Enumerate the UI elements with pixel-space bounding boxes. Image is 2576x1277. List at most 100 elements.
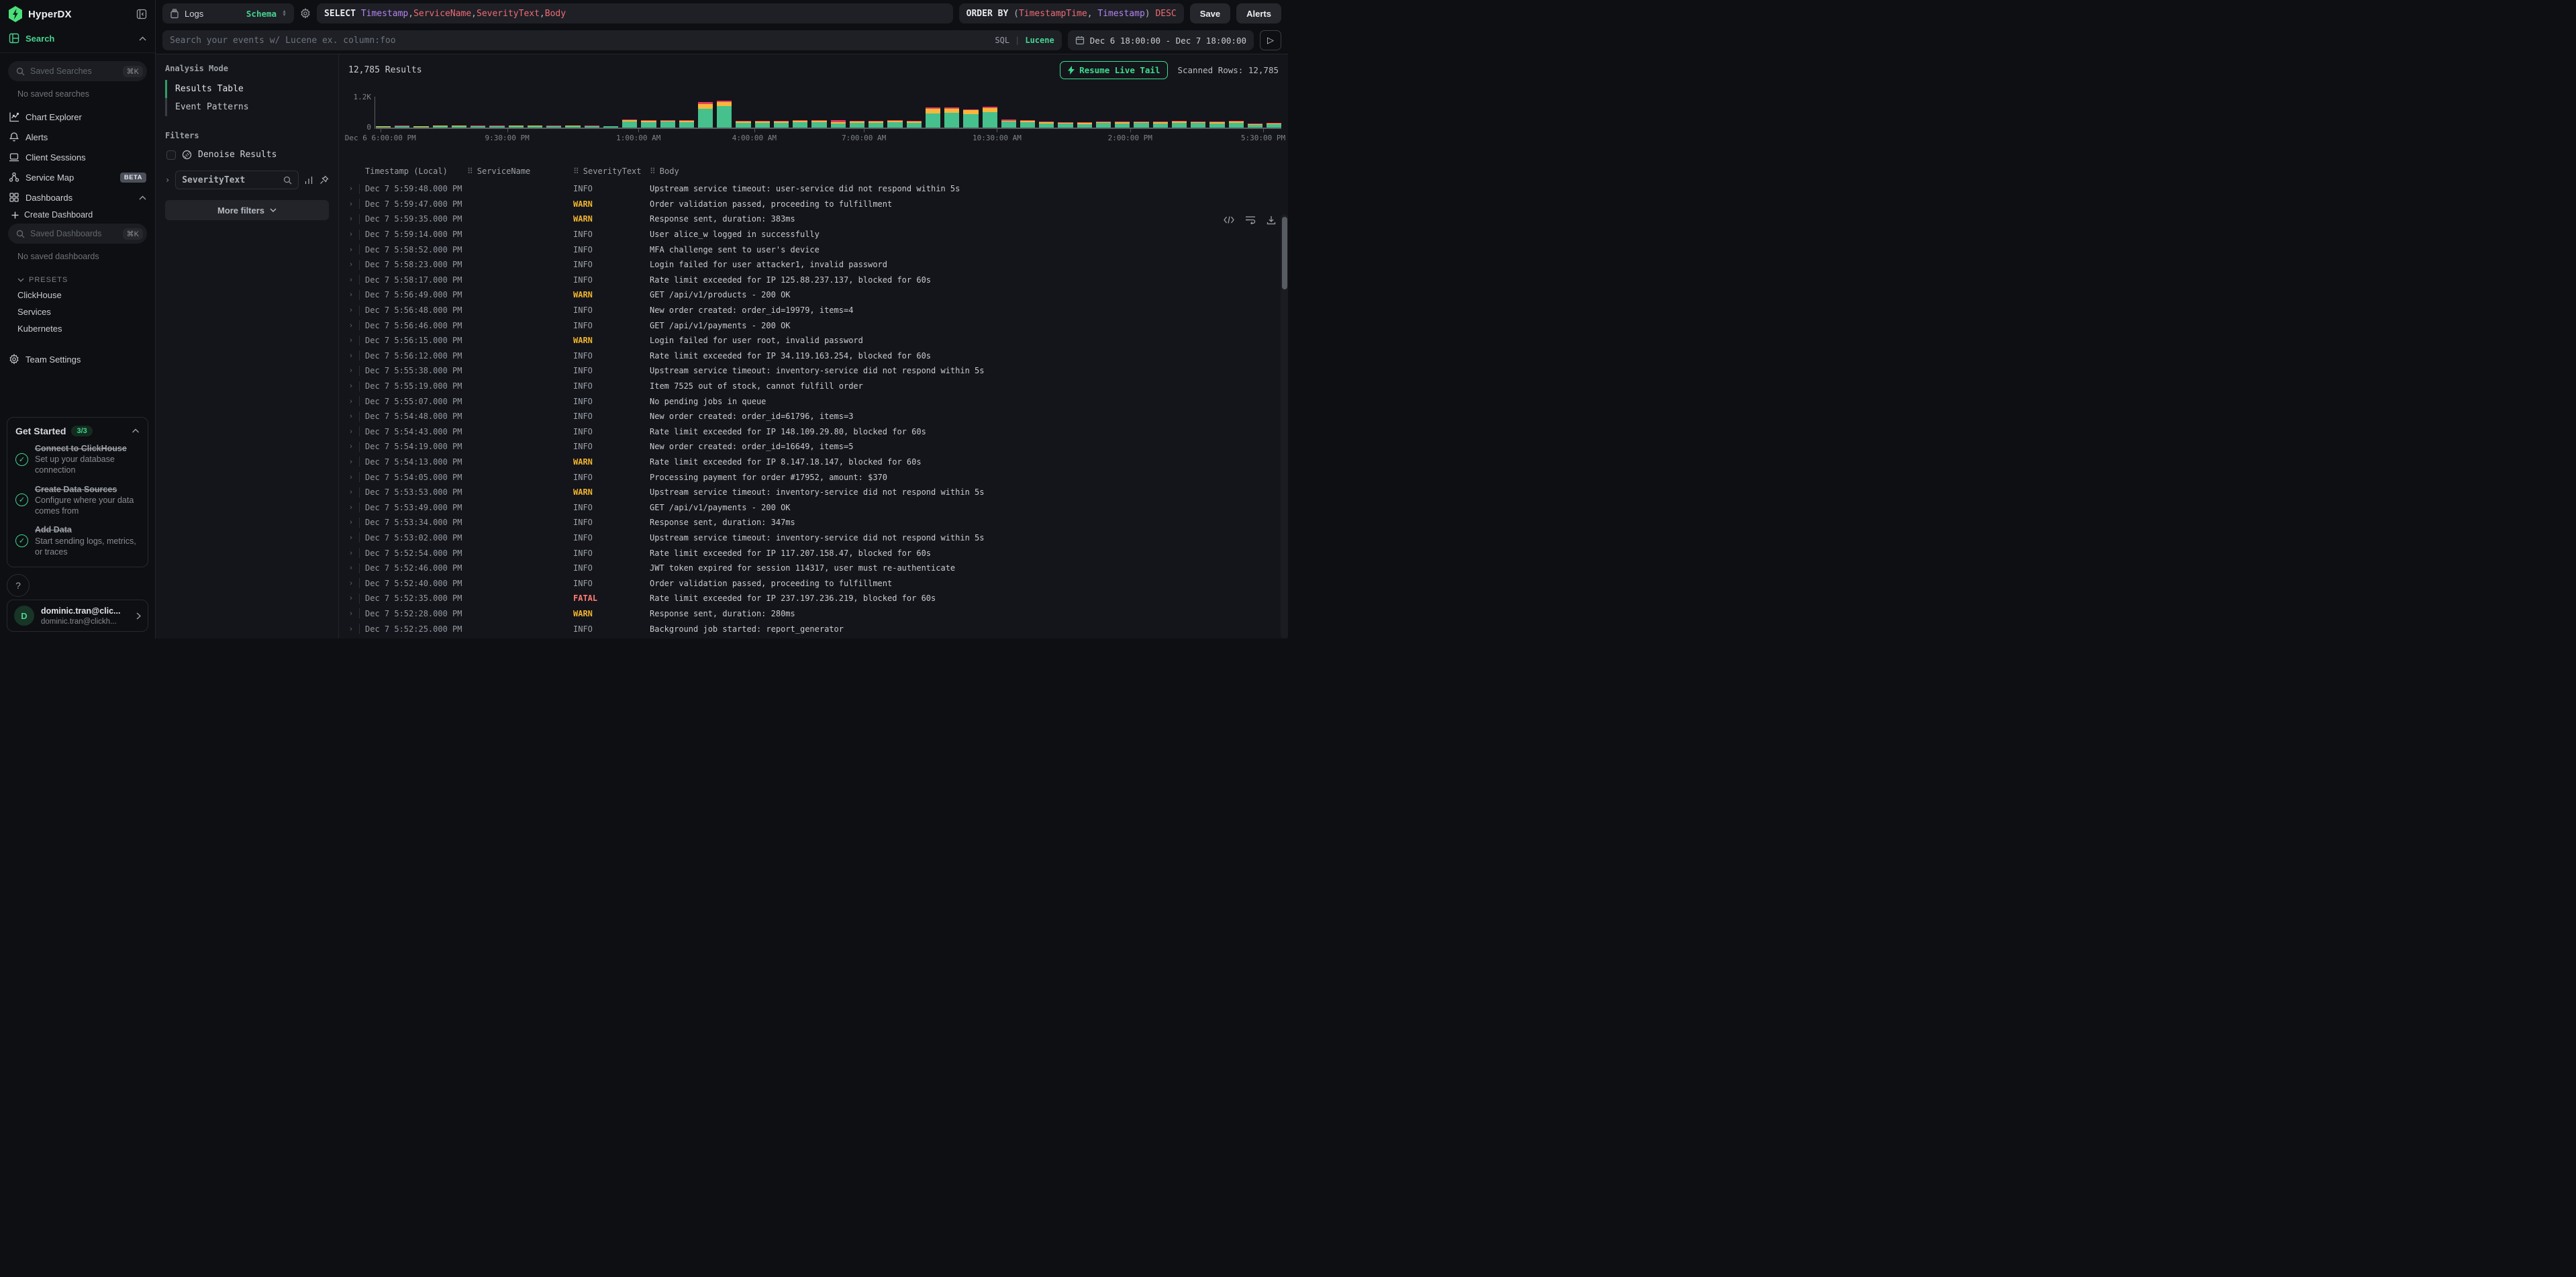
language-lucene[interactable]: Lucene	[1025, 36, 1054, 45]
saved-dashboards-search[interactable]: ⌘K	[8, 224, 147, 244]
histogram-bar[interactable]	[811, 97, 826, 128]
histogram-bar[interactable]	[603, 97, 618, 128]
expand-row-icon[interactable]: ›	[343, 382, 359, 390]
alerts-button[interactable]: Alerts	[1236, 3, 1281, 23]
histogram-bar[interactable]	[1039, 97, 1054, 128]
saved-searches-input[interactable]	[30, 66, 117, 76]
table-row[interactable]: › Dec 7 5:59:47.000 PM WARN Order valida…	[339, 197, 1288, 212]
table-row[interactable]: › Dec 7 5:53:34.000 PM INFO Response sen…	[339, 515, 1288, 530]
table-row[interactable]: › Dec 7 5:53:02.000 PM INFO Upstream ser…	[339, 530, 1288, 546]
histogram-bar[interactable]	[452, 97, 466, 128]
help-button[interactable]: ?	[7, 574, 30, 597]
histogram-bar[interactable]	[1248, 97, 1262, 128]
expand-row-icon[interactable]: ›	[343, 594, 359, 602]
table-row[interactable]: › Dec 7 5:54:43.000 PM INFO Rate limit e…	[339, 424, 1288, 440]
saved-dashboards-input[interactable]	[30, 229, 117, 238]
scrollbar-thumb[interactable]	[1282, 217, 1287, 289]
histogram-bar[interactable]	[944, 97, 959, 128]
histogram-bar[interactable]	[1191, 97, 1205, 128]
table-row[interactable]: › Dec 7 5:52:40.000 PM INFO Order valida…	[339, 575, 1288, 591]
table-row[interactable]: › Dec 7 5:56:12.000 PM INFO Rate limit e…	[339, 348, 1288, 364]
text-wrap-icon[interactable]	[1245, 216, 1256, 224]
expand-row-icon[interactable]: ›	[343, 352, 359, 360]
save-button[interactable]: Save	[1190, 3, 1230, 23]
expand-row-icon[interactable]: ›	[343, 412, 359, 420]
chevron-up-icon[interactable]	[139, 195, 146, 200]
table-row[interactable]: › Dec 7 5:58:17.000 PM INFO Rate limit e…	[339, 273, 1288, 288]
expand-row-icon[interactable]: ›	[343, 625, 359, 633]
sidebar-item-client-sessions[interactable]: Client Sessions	[0, 147, 155, 167]
histogram-bar[interactable]	[489, 97, 504, 128]
expand-filter-icon[interactable]: ›	[165, 175, 170, 185]
expand-row-icon[interactable]: ›	[343, 504, 359, 512]
get-started-item[interactable]: ✓ Connect to ClickHouseSet up your datab…	[15, 443, 140, 476]
sidebar-item-search[interactable]: Search	[0, 28, 155, 48]
histogram-bar[interactable]	[1229, 97, 1244, 128]
histogram-bar[interactable]	[1020, 97, 1035, 128]
sidebar-item-dashboards[interactable]: Dashboards	[0, 187, 155, 207]
histogram-bar[interactable]	[660, 97, 675, 128]
expand-row-icon[interactable]: ›	[343, 610, 359, 618]
code-view-icon[interactable]	[1224, 216, 1234, 224]
saved-searches-search[interactable]: ⌘K	[8, 61, 147, 81]
table-row[interactable]: › Dec 7 5:56:15.000 PM WARN Login failed…	[339, 333, 1288, 348]
table-row[interactable]: › Dec 7 5:58:52.000 PM INFO MFA challeng…	[339, 242, 1288, 257]
histogram-bar[interactable]	[1153, 97, 1168, 128]
histogram-bar[interactable]	[622, 97, 637, 128]
histogram-bar[interactable]	[509, 97, 524, 128]
preset-kubernetes[interactable]: Kubernetes	[0, 320, 155, 337]
histogram-bar[interactable]	[717, 97, 732, 128]
column-header-body[interactable]: ⠿Body	[650, 167, 1279, 176]
table-row[interactable]: › Dec 7 5:56:48.000 PM INFO New order cr…	[339, 303, 1288, 318]
histogram-bar[interactable]	[698, 97, 713, 128]
select-clause-input[interactable]: SELECT Timestamp,ServiceName,SeverityTex…	[317, 3, 953, 23]
histogram-bar[interactable]	[528, 97, 542, 128]
table-row[interactable]: › Dec 7 5:54:48.000 PM INFO New order cr…	[339, 409, 1288, 424]
expand-row-icon[interactable]: ›	[343, 276, 359, 284]
expand-row-icon[interactable]: ›	[343, 367, 359, 375]
expand-row-icon[interactable]: ›	[343, 458, 359, 466]
histogram-bar[interactable]	[1077, 97, 1092, 128]
table-row[interactable]: › Dec 7 5:55:38.000 PM INFO Upstream ser…	[339, 363, 1288, 379]
histogram-bar[interactable]	[907, 97, 922, 128]
expand-row-icon[interactable]: ›	[343, 473, 359, 481]
histogram-bar[interactable]	[736, 97, 750, 128]
histogram-bar[interactable]	[963, 97, 978, 128]
column-header-servicename[interactable]: ⠿ServiceName	[467, 167, 573, 176]
resume-live-tail-button[interactable]: Resume Live Tail	[1060, 61, 1168, 79]
table-row[interactable]: › Dec 7 5:52:46.000 PM INFO JWT token ex…	[339, 561, 1288, 576]
table-row[interactable]: › Dec 7 5:56:49.000 PM WARN GET /api/v1/…	[339, 287, 1288, 303]
histogram-bar[interactable]	[679, 97, 694, 128]
table-row[interactable]: › Dec 7 5:58:23.000 PM INFO Login failed…	[339, 257, 1288, 273]
preset-services[interactable]: Services	[0, 303, 155, 320]
table-row[interactable]: › Dec 7 5:54:05.000 PM INFO Processing p…	[339, 469, 1288, 485]
column-header-timestamp[interactable]: Timestamp (Local)	[365, 167, 467, 176]
tab-event-patterns[interactable]: Event Patterns	[165, 98, 329, 116]
vertical-scrollbar[interactable]	[1281, 214, 1288, 638]
get-started-item[interactable]: ✓ Add DataStart sending logs, metrics, o…	[15, 524, 140, 557]
histogram-bar[interactable]	[869, 97, 883, 128]
chevron-up-icon[interactable]	[132, 428, 140, 433]
expand-row-icon[interactable]: ›	[343, 322, 359, 330]
order-by-input[interactable]: ORDER BY (TimestampTime, Timestamp) DESC	[959, 3, 1184, 23]
expand-row-icon[interactable]: ›	[343, 488, 359, 496]
source-selector[interactable]: Logs Schema ▲▼	[162, 3, 294, 23]
sidebar-item-service-map[interactable]: Service Map BETA	[0, 167, 155, 187]
denoise-results-toggle[interactable]: Denoise Results	[166, 150, 329, 160]
table-row[interactable]: › Dec 7 5:52:28.000 PM WARN Response sen…	[339, 606, 1288, 622]
drag-handle-icon[interactable]: ⠿	[573, 167, 579, 176]
table-row[interactable]: › Dec 7 5:53:49.000 PM INFO GET /api/v1/…	[339, 500, 1288, 515]
sidebar-item-alerts[interactable]: Alerts	[0, 127, 155, 147]
bar-chart-icon[interactable]	[304, 175, 314, 185]
table-row[interactable]: › Dec 7 5:56:46.000 PM INFO GET /api/v1/…	[339, 318, 1288, 333]
preset-clickhouse[interactable]: ClickHouse	[0, 287, 155, 303]
histogram-bar[interactable]	[793, 97, 807, 128]
histogram-bar[interactable]	[546, 97, 561, 128]
sidebar-collapse-icon[interactable]	[136, 9, 147, 19]
pin-icon[interactable]	[319, 175, 329, 185]
histogram-bar[interactable]	[831, 97, 846, 128]
expand-row-icon[interactable]: ›	[343, 428, 359, 436]
expand-row-icon[interactable]: ›	[343, 442, 359, 451]
more-filters-button[interactable]: More filters	[165, 200, 329, 220]
run-query-button[interactable]: ▷	[1260, 30, 1281, 50]
